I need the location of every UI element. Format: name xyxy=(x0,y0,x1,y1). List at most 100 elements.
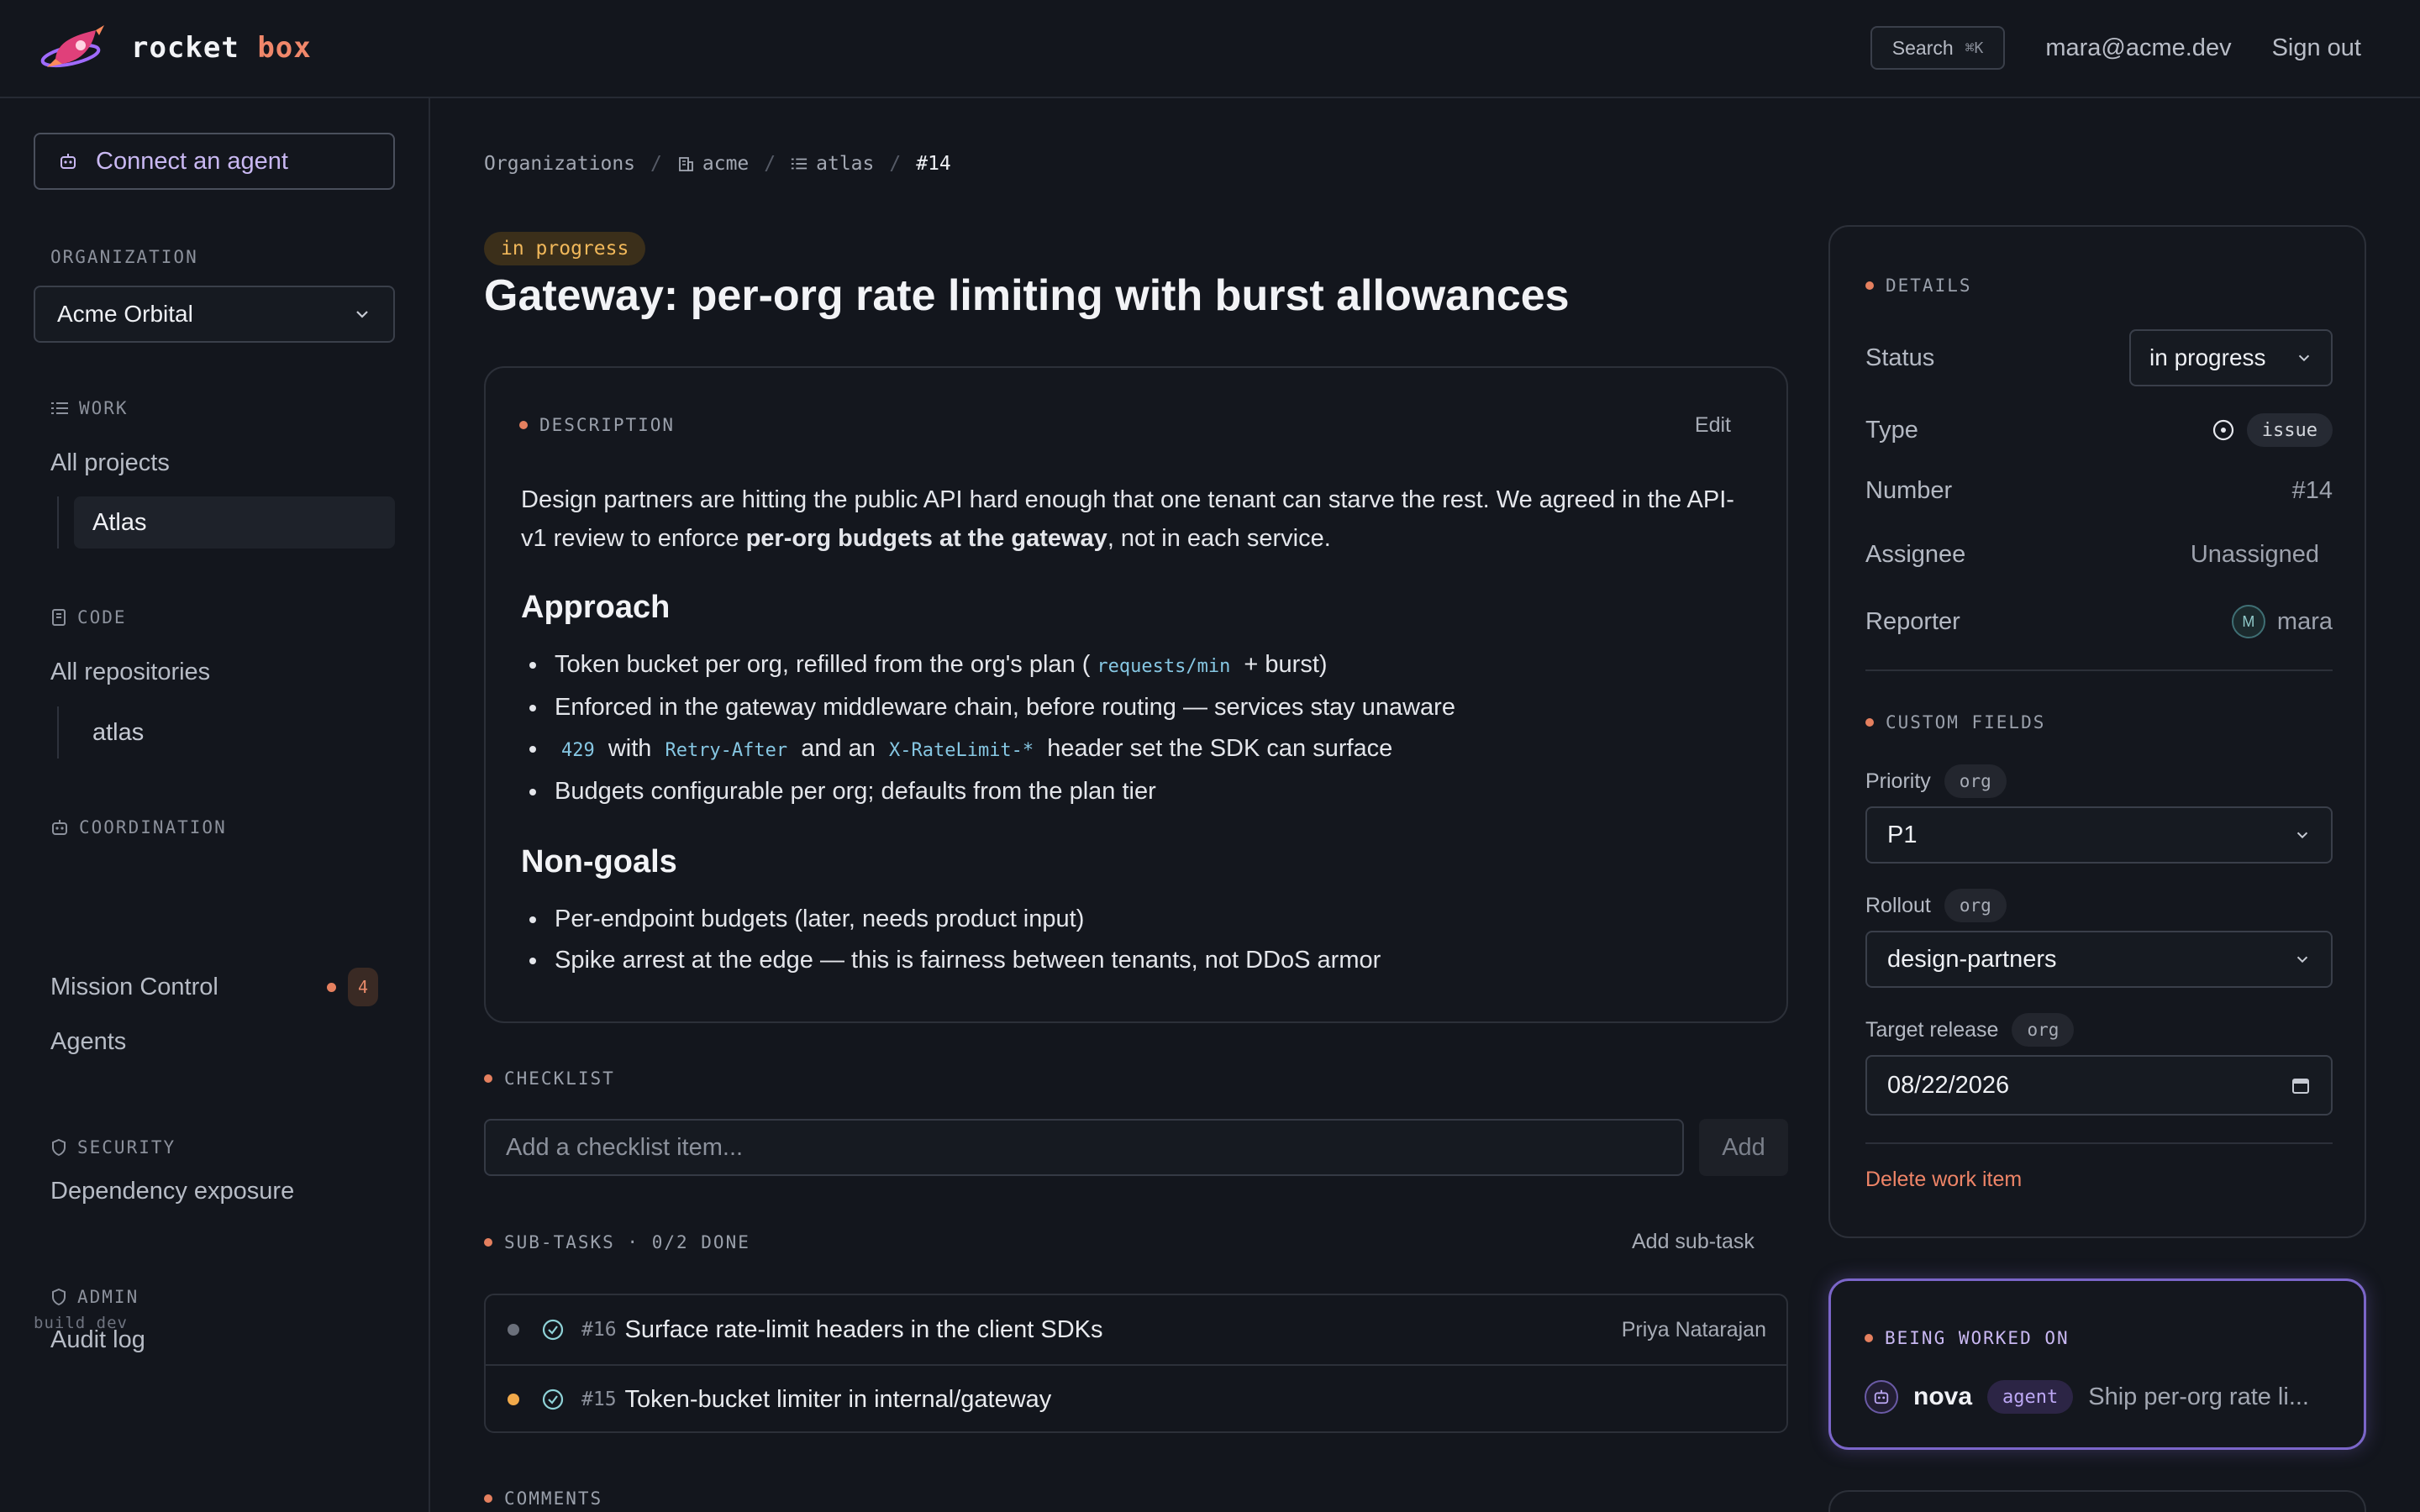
sidebar-item-all-repositories[interactable]: All repositories xyxy=(50,659,210,686)
building-icon xyxy=(678,157,693,171)
list-item: Token bucket per org, refilled from the … xyxy=(529,644,1756,687)
list-item: Budgets configurable per org; defaults f… xyxy=(529,771,1756,812)
subtasks-label-text: SUB-TASKS · 0/2 DONE xyxy=(504,1232,750,1252)
list-icon xyxy=(792,158,808,170)
agent-name: nova xyxy=(1913,1383,1973,1410)
assignee-value[interactable]: Unassigned xyxy=(2191,541,2319,569)
section-dot xyxy=(1865,718,1874,727)
edit-description-button[interactable]: Edit xyxy=(1695,413,1731,438)
being-worked-on-label: BEING WORKED ON xyxy=(1865,1328,2070,1348)
intro-text-end: , not in each service. xyxy=(1107,525,1331,552)
agent-row: nova agent Ship per-org rate li... xyxy=(1865,1380,2309,1414)
breadcrumb-org-label: acme xyxy=(702,153,750,175)
sidebar-item-agents[interactable]: Agents xyxy=(50,1028,126,1056)
inline-code: Retry-After xyxy=(665,740,788,761)
connect-agent-label: Connect an agent xyxy=(96,147,288,175)
mission-control-dot xyxy=(327,982,336,992)
approach-3-text-end: header set the SDK can surface xyxy=(1047,735,1393,762)
subtask-status-dot xyxy=(508,1324,519,1336)
brand[interactable]: rocket box xyxy=(37,22,312,74)
top-right-actions: Search ⌘K mara@acme.dev Sign out xyxy=(1870,26,2361,70)
comments-label: COMMENTS xyxy=(484,1488,602,1509)
status-row: Status in progress xyxy=(1865,329,2333,386)
priority-value: P1 xyxy=(1887,821,1918,848)
build-label: build dev xyxy=(34,1314,128,1332)
breadcrumb-org[interactable]: acme xyxy=(677,153,749,175)
sidebar-item-all-projects[interactable]: All projects xyxy=(50,449,170,477)
target-release-value: 08/22/2026 xyxy=(1887,1071,2010,1099)
add-checklist-button[interactable]: Add xyxy=(1699,1119,1788,1176)
table-row[interactable]: #15 Token-bucket limiter in internal/gat… xyxy=(486,1364,1786,1431)
chevron-down-icon xyxy=(2298,354,2310,362)
next-panel-card xyxy=(1828,1490,2366,1512)
page-title: Gateway: per-org rate limiting with burs… xyxy=(484,271,1570,320)
search-shortcut: ⌘K xyxy=(1965,39,1984,57)
breadcrumb-organizations[interactable]: Organizations xyxy=(484,153,635,175)
status-select[interactable]: in progress xyxy=(2129,329,2333,386)
reporter-key: Reporter xyxy=(1865,607,1960,635)
inline-code: X-RateLimit-* xyxy=(888,740,1034,761)
agent-task: Ship per-org rate li... xyxy=(2088,1383,2309,1410)
subtask-status-dot xyxy=(508,1394,519,1405)
subtask-title: Token-bucket limiter in internal/gateway xyxy=(624,1385,1052,1413)
connect-agent-button[interactable]: Connect an agent xyxy=(34,133,395,190)
breadcrumb-separator: / xyxy=(889,153,902,175)
sidebar-item-dependency-exposure[interactable]: Dependency exposure xyxy=(50,1178,294,1205)
brand-name: rocket box xyxy=(131,31,312,65)
being-worked-on-card[interactable]: BEING WORKED ON nova agent Ship per-org … xyxy=(1828,1278,2366,1450)
organization-select[interactable]: Acme Orbital xyxy=(34,286,395,343)
coordination-section-label: COORDINATION xyxy=(50,817,227,837)
breadcrumb-current: #14 xyxy=(916,153,951,175)
reporter-value-wrap: M mara xyxy=(2231,605,2333,638)
issue-icon xyxy=(2212,419,2233,441)
calendar-icon[interactable] xyxy=(2291,1075,2311,1095)
priority-label-text: Priority xyxy=(1865,769,1931,793)
sidebar-subitem-atlas-project-wrap: Atlas xyxy=(57,496,395,549)
assignee-row: Assignee Unassigned xyxy=(1865,541,2333,569)
list-item: 429 with Retry-After and an X-RateLimit-… xyxy=(529,728,1756,771)
inline-code: requests/min xyxy=(1097,656,1231,677)
search-button[interactable]: Search ⌘K xyxy=(1870,26,2006,70)
check-circle-icon xyxy=(542,1389,564,1410)
sign-out-link[interactable]: Sign out xyxy=(2272,34,2361,62)
sidebar-subitem-atlas-repo-wrap: atlas xyxy=(57,706,395,759)
breadcrumb-project[interactable]: atlas xyxy=(791,153,874,175)
divider xyxy=(1865,1142,2333,1144)
approach-1-text: Token bucket per org, refilled from the … xyxy=(555,651,1091,678)
agent-tag: agent xyxy=(1987,1380,2074,1414)
divider xyxy=(1865,669,2333,671)
section-dot xyxy=(484,1238,492,1247)
sidebar-item-atlas-project[interactable]: Atlas xyxy=(74,496,395,549)
shield-icon xyxy=(52,1288,66,1306)
top-bar: rocket box Search ⌘K mara@acme.dev Sign … xyxy=(0,0,2420,98)
status-value: in progress xyxy=(2149,344,2266,370)
number-value: #14 xyxy=(2291,477,2333,504)
assignee-key: Assignee xyxy=(1865,541,1966,568)
status-key: Status xyxy=(1865,344,1935,371)
description-label: DESCRIPTION xyxy=(519,415,675,435)
checklist-input[interactable]: Add a checklist item... xyxy=(484,1119,1684,1176)
org-tag: org xyxy=(1944,889,2007,922)
chevron-down-icon xyxy=(356,311,368,318)
subtask-number: #16 xyxy=(581,1319,617,1341)
custom-fields-label-text: CUSTOM FIELDS xyxy=(1886,712,2046,732)
approach-3-text: and an xyxy=(801,735,876,762)
delete-work-item-button[interactable]: Delete work item xyxy=(1865,1168,2022,1192)
breadcrumb-separator: / xyxy=(764,153,776,175)
list-item: Per-endpoint budgets (later, needs produ… xyxy=(529,899,1756,940)
robot-icon xyxy=(60,154,76,169)
description-body: Design partners are hitting the public A… xyxy=(521,480,1756,981)
sidebar-item-mission-control[interactable]: Mission Control 4 xyxy=(50,968,378,1006)
table-row[interactable]: #16 Surface rate-limit headers in the cl… xyxy=(486,1295,1786,1364)
breadcrumb-project-label: atlas xyxy=(816,153,875,175)
section-dot xyxy=(519,421,528,429)
add-subtask-button[interactable]: Add sub-task xyxy=(1632,1230,1754,1254)
target-release-date-input[interactable]: 08/22/2026 xyxy=(1865,1055,2333,1116)
list-icon xyxy=(51,402,68,414)
type-value: issue xyxy=(2246,413,2333,447)
target-release-label: Target release org xyxy=(1865,1013,2075,1047)
sidebar-item-atlas-repo[interactable]: atlas xyxy=(74,706,395,759)
user-email[interactable]: mara@acme.dev xyxy=(2045,34,2231,62)
rollout-select[interactable]: design-partners xyxy=(1865,931,2333,988)
priority-select[interactable]: P1 xyxy=(1865,806,2333,864)
